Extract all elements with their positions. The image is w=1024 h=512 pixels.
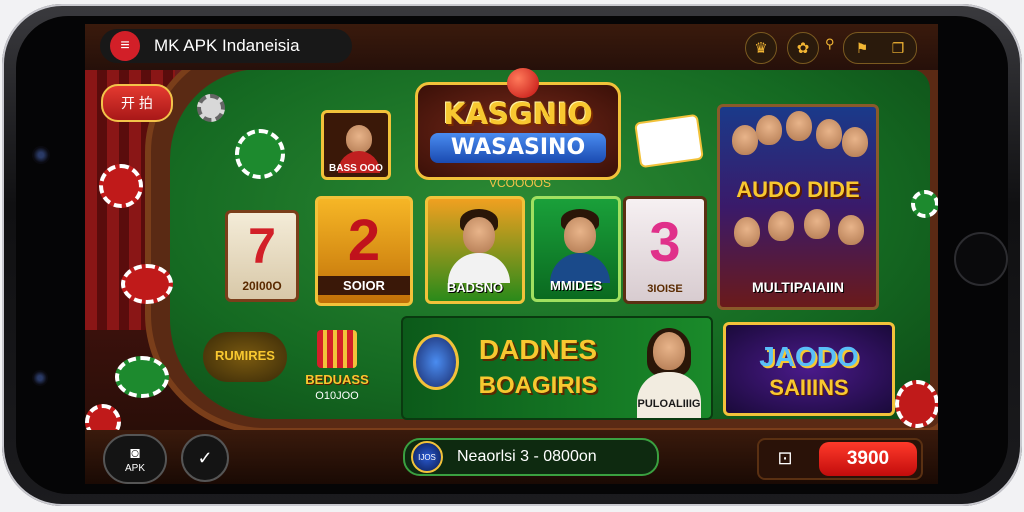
game-tile-live[interactable]: AUDO DIDE MULTIPAIAIIN <box>717 104 879 310</box>
tile-symbol: 2 <box>347 208 381 273</box>
portrait-face <box>346 125 372 153</box>
game-tile-portrait[interactable]: BASS OOO <box>321 110 391 180</box>
game-tile-7[interactable]: 7 20I00O <box>225 210 299 302</box>
tile-symbol: 7 <box>248 218 276 274</box>
chip-icon <box>115 356 169 398</box>
tile-label: MMIDES <box>550 278 602 293</box>
player-face <box>732 125 758 155</box>
camera-icon: ◙ <box>130 444 140 462</box>
front-camera <box>32 146 50 164</box>
verify-button[interactable]: ✓ <box>181 434 229 482</box>
brand-title: MK APK Indaneisia <box>154 36 300 55</box>
player-face <box>768 211 794 241</box>
game-tile-3[interactable]: 3 3IOISE <box>623 196 707 304</box>
chip-icon <box>235 129 285 179</box>
logo-line2: WASASINO <box>430 133 606 163</box>
game-tile-jaodo[interactable]: JAODO SAIIINS <box>723 322 895 416</box>
player-face <box>463 217 495 253</box>
host-face <box>653 332 685 370</box>
banner-line1: DADNES <box>478 334 598 365</box>
purchase-box: ⊡ 3900 <box>757 438 923 480</box>
player-face <box>804 209 830 239</box>
game-tile-mmides[interactable]: MMIDES <box>531 196 621 302</box>
shield-check-icon: ✓ <box>197 447 213 468</box>
live-title: AUDO DIDE <box>736 177 860 202</box>
home-button[interactable] <box>954 232 1008 286</box>
brand-badge[interactable]: ≡ MK APK Indaneisia <box>100 29 352 63</box>
card-fan-icon <box>634 113 704 169</box>
settings-icon[interactable]: ✿ <box>787 32 819 64</box>
tile-label: BADSNO <box>446 280 504 295</box>
tile-line1: JAODO <box>759 341 859 372</box>
player-face <box>838 215 864 245</box>
game-tile-bebuass[interactable]: BEDUASS O10JOO <box>295 326 379 410</box>
game-tile-badsno[interactable]: BADSNO <box>425 196 525 304</box>
action-pill[interactable]: ⚑ ❐ <box>843 32 917 64</box>
pin-icon[interactable]: ⚲ <box>825 36 835 52</box>
player-face <box>734 217 760 247</box>
player-face <box>842 127 868 157</box>
bottom-bar: ◙ APK ✓ IJOS Neaorlsi 3 - 0800on ⊡ 3900 <box>85 430 938 484</box>
search-badge-icon: IJOS <box>411 441 443 473</box>
chip-icon <box>197 94 225 122</box>
trophy-icon[interactable]: ♛ <box>745 32 777 64</box>
player-face <box>756 115 782 145</box>
chip-icon <box>911 190 938 218</box>
logo-subtitle: VCOOOOS <box>488 176 551 190</box>
game-banner-dadnes[interactable]: DADNES BOAGIRIS PULOALIIIG <box>401 316 713 420</box>
logo-line1: KASGNIO <box>443 97 593 131</box>
gift-icon <box>317 330 357 368</box>
menu-red-button[interactable]: 开 拍 <box>101 84 173 122</box>
apk-label: APK <box>124 462 145 474</box>
chip-icon <box>895 380 938 428</box>
sensor <box>32 370 48 386</box>
tile-label: MULTIPAIAIIN <box>751 279 845 295</box>
banner-line2: BOAGIRIS <box>478 372 598 399</box>
top-bar: ≡ MK APK Indaneisia ♛ ✿ ⚲ ⚑ ❐ <box>85 24 938 70</box>
host-body <box>637 372 701 418</box>
brand-logo-icon: ≡ <box>110 31 140 61</box>
search-bar[interactable]: IJOS Neaorlsi 3 - 0800on <box>403 438 659 476</box>
tile-symbol: 3 <box>649 210 681 273</box>
player-face <box>786 111 812 141</box>
game-tile-rumires[interactable]: RUMIRES <box>203 332 287 382</box>
flag-icon[interactable]: ⚑ <box>856 40 869 57</box>
tile-label: BEDUASS <box>305 372 369 387</box>
tile-label: BASS OOO <box>329 163 383 174</box>
player-face <box>816 119 842 149</box>
banner-caption: PULOALIIIG <box>637 398 701 410</box>
price-button[interactable]: 3900 <box>819 442 917 476</box>
tile-label: SOIOR <box>318 276 410 295</box>
tile-label: 20I00O <box>242 279 282 293</box>
player-body <box>448 253 510 283</box>
game-tile-2[interactable]: 2 SOIOR <box>315 196 413 306</box>
search-text: Neaorlsi 3 - 0800on <box>457 448 597 465</box>
apk-button[interactable]: ◙ APK <box>103 434 167 484</box>
tile-label: RUMIRES <box>215 348 275 363</box>
bookmark-icon[interactable]: ❐ <box>892 40 905 57</box>
game-screen: ≡ MK APK Indaneisia ♛ ✿ ⚲ ⚑ ❐ 开 拍 KASGNI… <box>85 24 938 484</box>
apple-icon <box>507 68 539 98</box>
tile-line2: SAIIINS <box>769 375 849 400</box>
chip-icon <box>121 264 173 304</box>
tile-label: 3IOISE <box>647 283 683 295</box>
wallet-icon[interactable]: ⊡ <box>773 446 797 470</box>
tile-sublabel: O10JOO <box>315 390 359 402</box>
chip-icon <box>99 164 143 208</box>
player-face <box>564 217 596 253</box>
